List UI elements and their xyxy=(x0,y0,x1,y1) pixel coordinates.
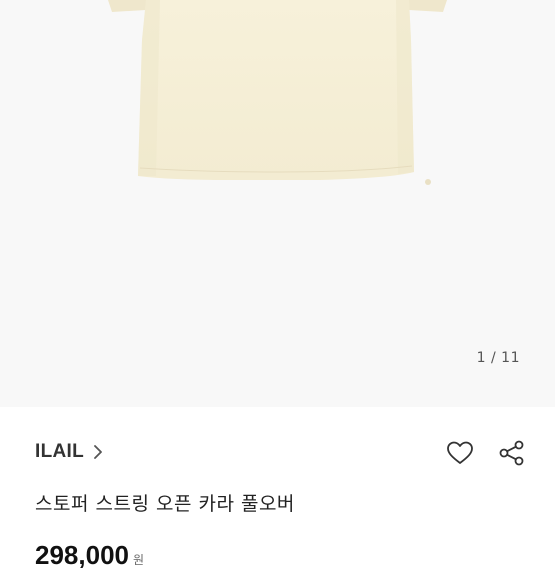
page-indicator: 1 / 11 xyxy=(476,350,520,366)
brand-link[interactable]: ILAIL xyxy=(35,441,103,463)
price-value: 298,000 xyxy=(35,540,129,570)
product-price: 298,000 원 xyxy=(35,540,144,571)
product-info: ILAIL 스토퍼 스트링 오픈 카라 풀오버 298,000 원 xyxy=(0,407,555,570)
brand-name: ILAIL xyxy=(35,441,84,462)
product-title: 스토퍼 스트링 오픈 카라 풀오버 xyxy=(35,493,295,515)
product-image-gallery[interactable]: 1 / 11 xyxy=(0,0,555,407)
price-currency: 원 xyxy=(132,553,145,567)
product-image xyxy=(108,0,447,185)
share-icon xyxy=(499,440,524,466)
like-button[interactable] xyxy=(444,437,476,469)
share-button[interactable] xyxy=(496,437,528,469)
chevron-right-icon xyxy=(93,445,103,459)
heart-icon xyxy=(447,441,473,464)
